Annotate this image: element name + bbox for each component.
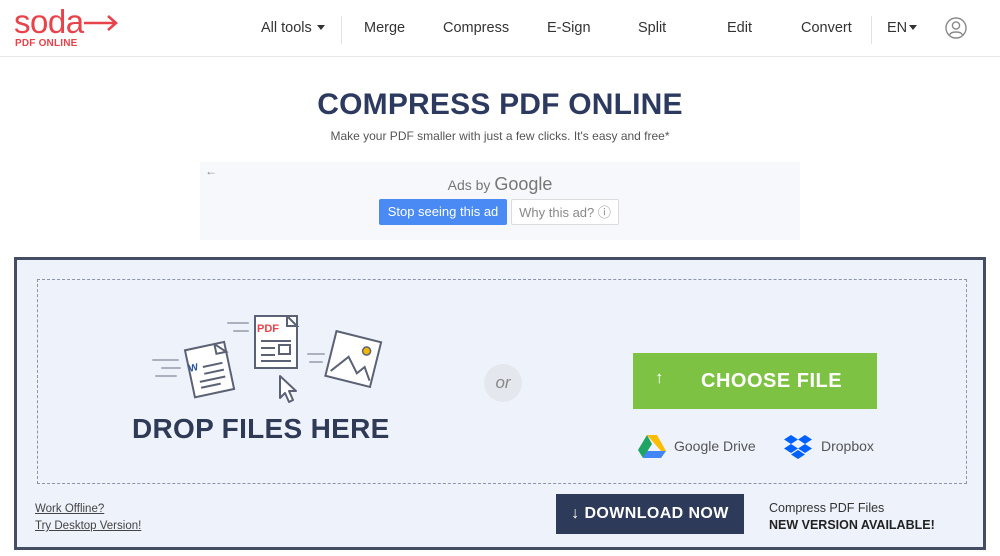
new-version-label: NEW VERSION AVAILABLE! xyxy=(769,518,935,532)
logo-wordmark: soda xyxy=(14,3,84,40)
google-drive-icon xyxy=(638,435,666,458)
top-header: soda PDF ONLINE All tools Merge Compress… xyxy=(0,0,1000,57)
ads-by-text: Ads by xyxy=(447,177,491,193)
soda-pdf-logo[interactable]: soda PDF ONLINE xyxy=(14,3,118,49)
language-label: EN xyxy=(887,20,908,36)
chevron-down-icon xyxy=(909,24,918,30)
desktop-version-link[interactable]: Try Desktop Version! xyxy=(35,518,141,535)
drop-files-label: DROP FILES HERE xyxy=(132,413,390,444)
nav-merge[interactable]: Merge xyxy=(364,20,405,36)
ads-by-google-label: Ads by Google xyxy=(200,174,800,195)
arrow-up-icon: ↑ xyxy=(655,368,664,387)
new-version-notice: Compress PDF Files NEW VERSION AVAILABLE… xyxy=(769,500,935,534)
page-subtitle: Make your PDF smaller with just a few cl… xyxy=(330,129,670,143)
download-now-button[interactable]: ↓ DOWNLOAD NOW xyxy=(556,494,744,534)
nav-edit[interactable]: Edit xyxy=(727,20,752,36)
chevron-down-icon xyxy=(316,24,325,30)
or-separator: or xyxy=(484,364,522,402)
google-drive-label: Google Drive xyxy=(674,438,756,454)
dropbox-icon xyxy=(784,435,812,459)
file-dropzone[interactable]: W PDF DROP FILES HERE or ↑ CHOOSE FILE G… xyxy=(37,279,967,484)
logo-arrow-icon xyxy=(84,15,118,31)
google-ad-block: ← Ads by Google Stop seeing this ad Why … xyxy=(200,162,800,240)
choose-file-button[interactable]: ↑ CHOOSE FILE xyxy=(633,353,877,409)
nav-split[interactable]: Split xyxy=(638,20,666,36)
page-title: COMPRESS PDF ONLINE xyxy=(317,88,683,121)
nav-esign[interactable]: E-Sign xyxy=(547,20,591,36)
google-wordmark: Google xyxy=(494,174,553,194)
compress-files-label: Compress PDF Files xyxy=(769,501,885,515)
dropbox-label: Dropbox xyxy=(821,438,874,454)
nav-compress[interactable]: Compress xyxy=(443,20,509,36)
why-this-ad-button[interactable]: Why this ad? ⓘ xyxy=(511,199,619,225)
user-account-icon[interactable] xyxy=(945,17,967,39)
offline-links: Work Offline? Try Desktop Version! xyxy=(35,501,141,535)
nav-all-tools-label: All tools xyxy=(261,20,312,36)
nav-convert[interactable]: Convert xyxy=(801,20,852,36)
nav-all-tools[interactable]: All tools xyxy=(261,20,325,36)
upload-panel: W PDF DROP FILES HERE or ↑ CHOOSE FILE G… xyxy=(14,257,986,550)
language-selector[interactable]: EN xyxy=(887,20,918,36)
nav-divider xyxy=(341,16,342,44)
stop-seeing-ad-button[interactable]: Stop seeing this ad xyxy=(379,199,507,225)
nav-divider xyxy=(871,16,872,44)
logo-subtitle: PDF ONLINE xyxy=(15,38,78,49)
choose-file-label: CHOOSE FILE xyxy=(701,370,843,392)
work-offline-link[interactable]: Work Offline? xyxy=(35,501,141,518)
file-types-illustration-icon: W PDF xyxy=(152,315,383,403)
pdf-badge: PDF xyxy=(257,323,279,335)
